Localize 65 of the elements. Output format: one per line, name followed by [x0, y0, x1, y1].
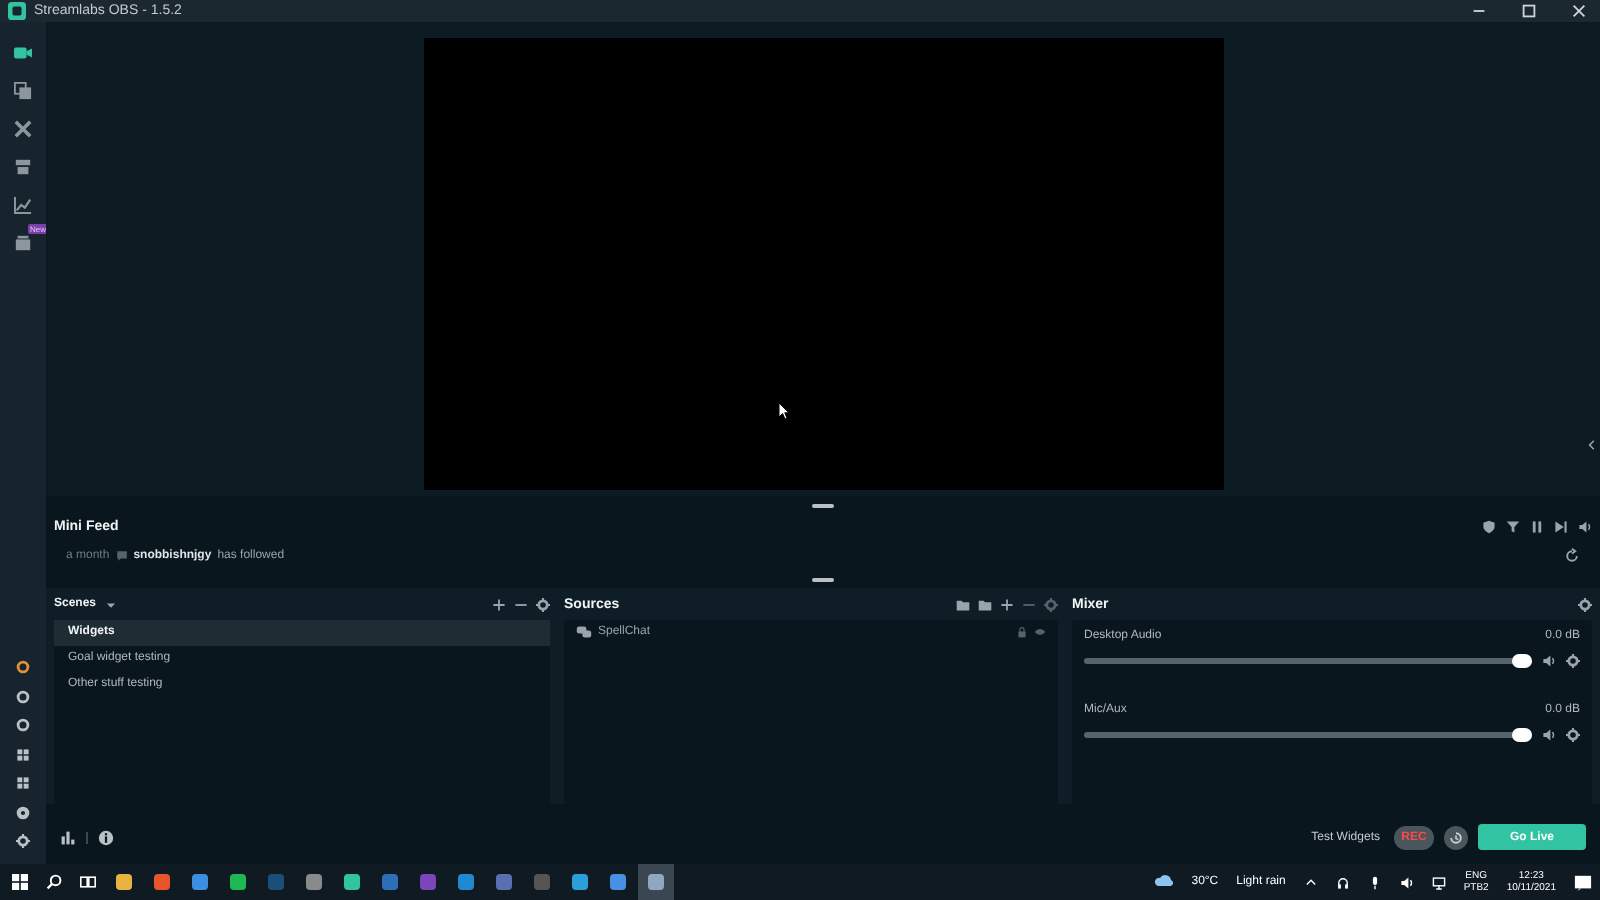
filter-icon[interactable]	[1506, 519, 1520, 533]
camera-icon[interactable]	[14, 44, 32, 62]
skip-icon[interactable]	[1554, 519, 1568, 533]
settings-icon[interactable]	[1578, 597, 1592, 611]
speaker-icon[interactable]	[1399, 875, 1414, 889]
app-icon[interactable]	[496, 874, 512, 890]
app-icon[interactable]	[306, 874, 322, 890]
app-icon[interactable]	[344, 874, 360, 890]
circle-icon[interactable]	[16, 689, 30, 704]
add-icon[interactable]	[492, 597, 506, 611]
speaker-icon[interactable]	[1578, 519, 1592, 533]
tools-icon[interactable]	[14, 120, 32, 138]
history-icon	[1448, 829, 1464, 845]
replay-button[interactable]	[1444, 825, 1468, 849]
chart-icon[interactable]	[14, 196, 32, 214]
mute-icon[interactable]	[1542, 654, 1556, 668]
store-icon[interactable]	[14, 158, 32, 176]
rain-cloud-icon	[1153, 872, 1174, 892]
taskbar-app[interactable]	[638, 864, 674, 900]
slider-thumb[interactable]	[1512, 654, 1532, 668]
collapse-icon[interactable]	[1586, 436, 1598, 454]
app-icon[interactable]	[154, 874, 170, 890]
info-icon[interactable]	[98, 829, 114, 845]
windows-start-icon[interactable]	[12, 874, 28, 890]
visibility-icon[interactable]	[1034, 626, 1046, 638]
mute-icon[interactable]	[1542, 728, 1556, 742]
network-icon[interactable]	[1431, 875, 1446, 889]
help-icon[interactable]	[16, 805, 30, 820]
app-icon[interactable]	[610, 874, 626, 890]
shield-icon[interactable]	[1482, 519, 1496, 533]
resize-handle[interactable]	[812, 578, 834, 582]
grid-icon[interactable]	[16, 776, 30, 791]
app-icon[interactable]	[572, 874, 588, 890]
pages-icon[interactable]	[14, 82, 32, 100]
cursor-icon	[777, 402, 789, 420]
app-icon[interactable]	[458, 874, 474, 890]
lock-icon[interactable]	[1016, 626, 1028, 638]
chat-icon	[576, 624, 592, 640]
pause-icon[interactable]	[1530, 519, 1544, 533]
task-view-icon[interactable]	[80, 874, 96, 890]
notifications-icon[interactable]	[1574, 873, 1592, 891]
app-icon[interactable]	[648, 874, 664, 890]
stats-icon[interactable]	[60, 829, 76, 845]
settings-icon[interactable]	[16, 834, 30, 849]
settings-icon[interactable]	[1566, 654, 1580, 668]
add-icon[interactable]	[1000, 597, 1014, 611]
close-icon	[1570, 2, 1588, 20]
grid-icon[interactable]	[16, 747, 30, 762]
microphone-icon[interactable]	[1367, 875, 1382, 889]
circle-icon[interactable]	[16, 718, 30, 733]
settings-icon[interactable]	[536, 597, 550, 611]
refresh-icon[interactable]	[1564, 548, 1580, 564]
headset-icon[interactable]	[1335, 875, 1350, 889]
app-icon[interactable]	[192, 874, 208, 890]
app-icon[interactable]	[230, 874, 246, 890]
ring-icon[interactable]	[16, 660, 30, 675]
box-icon[interactable]	[14, 234, 32, 252]
resize-handle[interactable]	[812, 504, 834, 508]
app-icon[interactable]	[116, 874, 132, 890]
maximize-icon	[1520, 2, 1538, 20]
chat-bubble-icon	[115, 550, 128, 562]
search-icon[interactable]	[46, 874, 62, 890]
slider-thumb[interactable]	[1512, 728, 1532, 742]
settings-icon[interactable]	[1566, 728, 1580, 742]
app-icon[interactable]	[382, 874, 398, 890]
